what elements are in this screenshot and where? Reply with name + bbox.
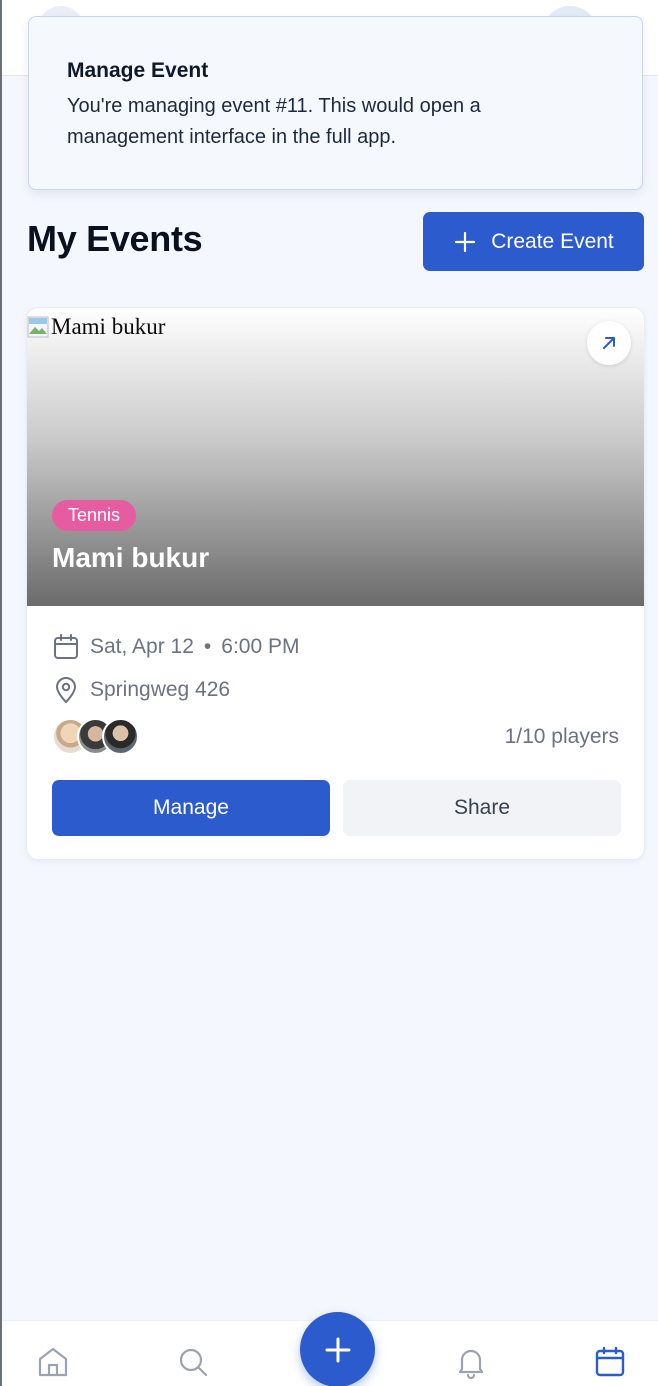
- calendar-icon: [54, 634, 78, 659]
- avatar: [102, 718, 139, 755]
- event-time: 6:00 PM: [221, 635, 300, 658]
- participant-avatars: [52, 718, 152, 756]
- location-pin-icon: [56, 677, 76, 703]
- event-location: Springweg 426: [90, 678, 231, 701]
- search-icon[interactable]: [176, 1345, 210, 1379]
- create-event-label: Create Event: [491, 229, 614, 253]
- calendar-icon[interactable]: [593, 1345, 627, 1379]
- sport-badge: Tennis: [52, 500, 137, 531]
- manage-button[interactable]: Manage: [52, 780, 330, 836]
- event-card[interactable]: Mami bukur Tennis Mami bukur Sat, Apr 12…: [26, 307, 645, 860]
- create-event-button[interactable]: Create Event: [423, 212, 644, 271]
- event-location-row: Springweg 426: [52, 676, 230, 704]
- toast-notification: Manage Event You're managing event #11. …: [28, 16, 643, 190]
- home-icon[interactable]: [36, 1345, 70, 1379]
- window-edge: [0, 0, 2, 1386]
- bell-icon[interactable]: [454, 1345, 488, 1379]
- event-date: Sat, Apr 12: [90, 635, 194, 658]
- player-count: 1/10 players: [504, 725, 619, 748]
- event-image: Mami bukur Tennis Mami bukur: [27, 308, 644, 606]
- date-separator: •: [203, 635, 212, 658]
- broken-image-icon: [27, 316, 49, 338]
- toast-title: Manage Event: [67, 59, 209, 82]
- toast-message: You're managing event #11. This would op…: [67, 95, 481, 148]
- plus-icon: [455, 231, 476, 252]
- arrow-up-right-icon: [603, 337, 615, 349]
- event-title: Mami bukur: [52, 542, 210, 573]
- add-icon: [325, 1337, 350, 1362]
- event-image-alt: Mami bukur: [27, 314, 165, 340]
- page-title: My Events: [27, 218, 203, 259]
- event-image-alt-text: Mami bukur: [51, 314, 166, 339]
- add-event-fab[interactable]: [300, 1312, 375, 1386]
- event-date-row: Sat, Apr 12 • 6:00 PM: [52, 633, 299, 661]
- share-button[interactable]: Share: [343, 780, 621, 836]
- open-event-button[interactable]: [587, 321, 631, 365]
